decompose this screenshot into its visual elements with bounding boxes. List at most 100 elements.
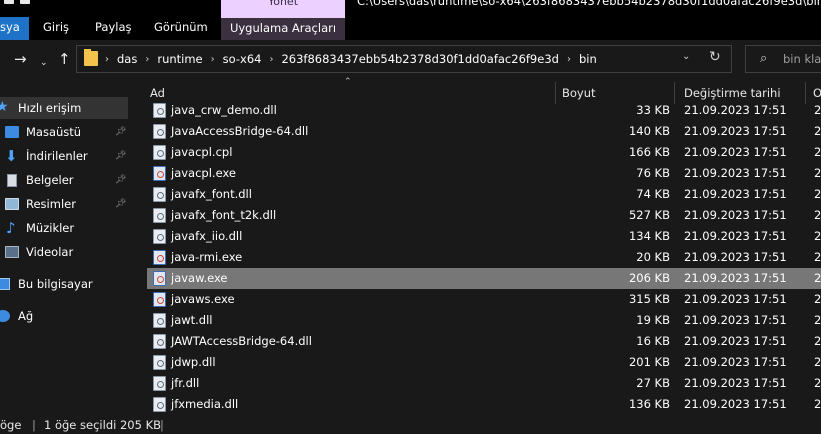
control-panel-file-icon [153,145,166,160]
tab-application-tools[interactable]: Uygulama Araçları [221,17,345,40]
column-size[interactable]: Boyut [562,86,596,100]
pictures-icon [5,198,19,210]
file-type-truncated: 2 [814,250,821,264]
file-modified: 21.09.2023 17:51 [684,313,787,327]
file-name: javafx_iio.dll [171,229,243,243]
tab-view[interactable]: Görünüm [154,17,208,40]
file-row[interactable]: javaws.exe 315 KB 21.09.2023 17:51 2 [147,289,821,310]
nav-downloads[interactable]: ⬇ İndirilenler 📌︎ [0,145,128,167]
pin-icon[interactable]: 📌︎ [115,169,126,191]
file-type-truncated: 2 [814,313,821,327]
column-type[interactable]: Or [813,86,821,100]
file-size: 136 KB [628,397,670,411]
nav-videos[interactable]: Videolar [0,241,128,263]
search-icon: ⌕ [760,51,768,66]
file-row[interactable]: javacpl.exe 76 KB 21.09.2023 17:51 2 [147,163,821,184]
column-modified[interactable]: Değiştirme tarihi [684,86,781,100]
videos-icon [5,246,19,258]
up-arrow-icon[interactable]: ↑ [58,50,71,68]
file-size: 20 KB [636,250,670,264]
item-count: öge [0,418,22,432]
file-type-truncated: 2 [814,397,821,411]
properties-icon[interactable] [4,0,14,4]
music-icon: ♪ [6,219,16,237]
file-size: 315 KB [628,292,670,306]
file-size: 140 KB [628,124,670,138]
file-modified: 21.09.2023 17:51 [684,229,787,243]
nav-pictures[interactable]: Resimler 📌︎ [0,193,128,215]
file-modified: 21.09.2023 17:51 [684,355,787,369]
file-row[interactable]: javafx_font_t2k.dll 527 KB 21.09.2023 17:5… [147,205,821,226]
file-row[interactable]: javafx_font.dll 74 KB 21.09.2023 17:51 2 [147,184,821,205]
file-row[interactable]: jfr.dll 27 KB 21.09.2023 17:51 2 [147,373,821,394]
refresh-icon[interactable]: ↻ [709,49,721,65]
file-modified: 21.09.2023 17:51 [684,166,787,180]
pin-icon[interactable]: 📌︎ [115,121,126,143]
chevron-right-icon[interactable]: › [105,54,109,65]
file-type-truncated: 2 [814,355,821,369]
dll-file-icon [153,355,166,370]
pin-icon[interactable]: 📌︎ [115,193,126,215]
pin-icon[interactable]: 📌︎ [115,145,126,167]
navigation-pane: ★ Hızlı erişim Masaüstü 📌︎ ⬇ İndirilenle… [0,86,134,414]
crumb-so-x64[interactable]: so-x64 [223,52,262,66]
executable-file-icon [153,271,166,286]
file-modified: 21.09.2023 17:51 [684,103,787,117]
chevron-right-icon[interactable]: › [567,54,571,65]
file-type-truncated: 2 [814,376,821,390]
dll-file-icon [153,187,166,202]
file-row[interactable]: JAWTAccessBridge-64.dll 16 KB 21.09.2023 1… [147,331,821,352]
file-modified: 21.09.2023 17:51 [684,187,787,201]
file-type-truncated: 2 [814,124,821,138]
file-row[interactable]: jdwp.dll 201 KB 21.09.2023 17:51 2 [147,352,821,373]
chevron-right-icon[interactable]: › [211,54,215,65]
crumb-bin[interactable]: bin [579,52,597,66]
file-row[interactable]: jawt.dll 19 KB 21.09.2023 17:51 2 [147,310,821,331]
nav-network[interactable]: Ağ [0,305,128,327]
file-row[interactable]: java-rmi.exe 20 KB 21.09.2023 17:51 2 [147,247,821,268]
status-divider: | [160,418,164,432]
window-title: C:\Users\das\runtime\so-x64\263f8683437e… [357,0,821,8]
chevron-right-icon[interactable]: › [145,54,149,65]
chevron-right-icon[interactable]: › [269,54,273,65]
file-name: JavaAccessBridge-64.dll [171,124,309,138]
executable-file-icon [153,250,166,265]
nav-documents[interactable]: Belgeler 📌︎ [0,169,128,191]
nav-music[interactable]: ♪ Müzikler [0,217,128,239]
context-tab-header: Yönet [221,0,345,17]
crumb-das[interactable]: das [117,52,137,66]
new-folder-icon[interactable] [20,0,30,4]
crumb-hash[interactable]: 263f8683437ebb54b2378d30f1dd0afac26f9e3d [281,52,558,66]
executable-file-icon [153,166,166,181]
nav-quick-access[interactable]: ★ Hızlı erişim [0,97,128,119]
dll-file-icon [153,103,166,118]
search-input[interactable]: ⌕ bin klas [745,45,821,73]
dll-file-icon [153,313,166,328]
tab-home[interactable]: Giriş [43,17,69,40]
status-bar: öge | 1 öğe seçildi 205 KB | [0,414,821,434]
file-name: jfxmedia.dll [171,397,239,411]
file-row[interactable]: java_crw_demo.dll 33 KB 21.09.2023 17:51 2 [147,100,821,121]
file-row[interactable]: JavaAccessBridge-64.dll 140 KB 21.09.2023 … [147,121,821,142]
file-row[interactable]: javaw.exe 206 KB 21.09.2023 17:51 2 [147,268,821,289]
file-size: 134 KB [628,229,670,243]
file-size: 33 KB [636,103,670,117]
column-name[interactable]: Ad [150,86,165,100]
chevron-down-icon[interactable]: ⌄ [40,54,48,72]
address-dropdown-icon[interactable]: ⌄ [682,51,690,62]
file-name: javaws.exe [171,292,235,306]
tab-file[interactable]: sya [0,17,29,40]
file-modified: 21.09.2023 17:51 [684,208,787,222]
file-row[interactable]: javacpl.cpl 166 KB 21.09.2023 17:51 2 [147,142,821,163]
file-row[interactable]: javafx_iio.dll 134 KB 21.09.2023 17:51 2 [147,226,821,247]
nav-desktop[interactable]: Masaüstü 📌︎ [0,121,128,143]
address-bar[interactable]: › das › runtime › so-x64 › 263f8683437eb… [76,45,732,73]
file-size: 16 KB [636,334,670,348]
back-arrow-icon[interactable]: → [14,50,27,68]
nav-this-pc[interactable]: Bu bilgisayar [0,273,128,295]
file-row[interactable]: jfxmedia.dll 136 KB 21.09.2023 17:51 2 [147,394,821,414]
crumb-runtime[interactable]: runtime [157,52,202,66]
dll-file-icon [153,229,166,244]
tab-share[interactable]: Paylaş [95,17,132,40]
dll-file-icon [153,376,166,391]
